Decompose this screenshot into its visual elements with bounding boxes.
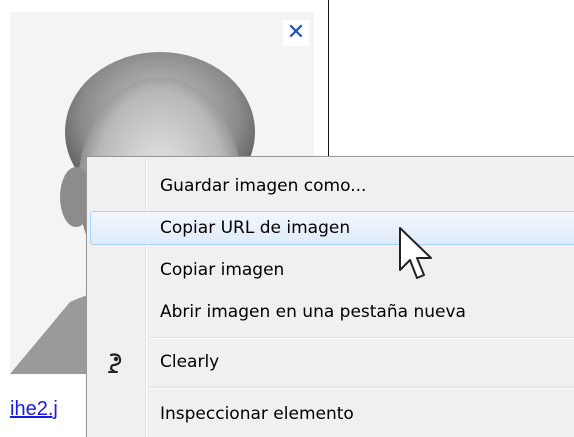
menu-item-clearly[interactable]: Clearly [90,345,574,379]
image-file-link[interactable]: ihe2.j [10,398,58,421]
menu-item-inspect-element[interactable]: Inspeccionar elemento [90,397,574,431]
vertical-divider [328,0,329,158]
context-menu: Guardar imagen como... Copiar URL de ima… [86,156,574,437]
menu-item-label: Copiar URL de imagen [160,218,351,238]
menu-item-label: Guardar imagen como... [160,176,367,196]
menu-item-copy-image[interactable]: Copiar imagen [90,253,574,287]
menu-separator [149,337,574,339]
menu-item-save-image-as[interactable]: Guardar imagen como... [90,169,574,203]
menu-item-label: Abrir imagen en una pestaña nueva [160,302,466,322]
mouse-pointer-icon [397,226,435,286]
menu-item-label: Clearly [160,352,220,372]
menu-item-label: Copiar imagen [160,260,285,280]
close-icon[interactable]: ✕ [283,20,309,46]
menu-item-copy-image-url[interactable]: Copiar URL de imagen [90,211,574,245]
menu-item-open-image-new-tab[interactable]: Abrir imagen en una pestaña nueva [90,295,574,329]
browser-page: ✕ ihe2.j Guardar imagen como... Copiar U… [0,0,574,437]
menu-separator [149,387,574,389]
menu-item-label: Inspeccionar elemento [160,404,354,424]
clearly-extension-icon [105,352,127,374]
